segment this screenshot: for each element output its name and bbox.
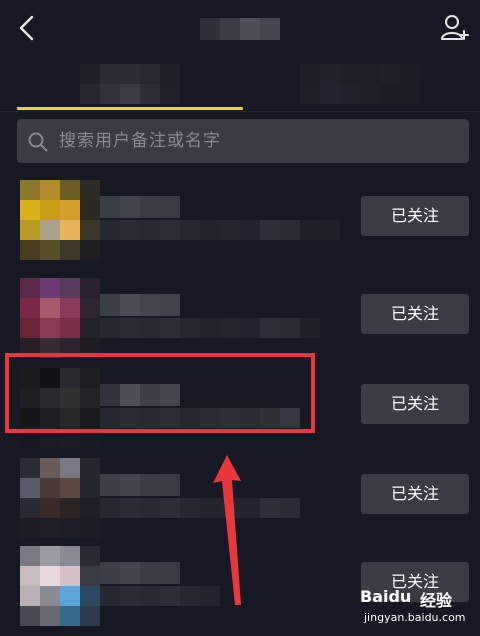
user-signature — [100, 498, 300, 518]
user-signature — [100, 220, 340, 240]
user-signature — [100, 318, 320, 338]
user-name — [100, 474, 180, 496]
avatar[interactable] — [20, 546, 100, 626]
page-title — [200, 18, 280, 40]
tab-following-label — [80, 64, 180, 104]
arrow-up-icon — [213, 455, 241, 605]
user-name — [100, 294, 180, 316]
user-signature — [100, 586, 220, 606]
user-name — [100, 562, 180, 584]
highlight-box — [5, 353, 315, 433]
followed-button[interactable]: 已关注 — [361, 384, 469, 424]
followed-button[interactable]: 已关注 — [361, 196, 469, 236]
add-user-icon[interactable] — [440, 14, 470, 42]
back-icon[interactable] — [14, 14, 42, 42]
top-bar — [0, 0, 480, 56]
active-tab-indicator — [17, 107, 243, 110]
avatar[interactable] — [20, 180, 100, 260]
watermark-brand-cn: 经验 — [420, 591, 453, 610]
tab-bar — [0, 56, 480, 112]
user-name — [100, 196, 180, 218]
avatar[interactable] — [20, 278, 100, 358]
tab-fans[interactable] — [250, 56, 464, 108]
followed-button[interactable]: 已关注 — [361, 294, 469, 334]
watermark: Baidu 经验 jingyan.baidu.com — [360, 585, 478, 629]
watermark-url: jingyan.baidu.com — [364, 611, 466, 624]
search-bar[interactable]: 搜索用户备注或名字 — [17, 119, 469, 163]
followed-button[interactable]: 已关注 — [361, 474, 469, 514]
search-input[interactable]: 搜索用户备注或名字 — [59, 131, 221, 151]
watermark-brand: Baidu — [360, 587, 412, 606]
avatar[interactable] — [20, 458, 100, 538]
tab-following[interactable] — [16, 56, 242, 108]
list-item[interactable]: 已关注 — [0, 180, 480, 270]
tab-divider — [0, 111, 480, 112]
tab-fans-label — [300, 64, 420, 104]
search-icon — [28, 132, 48, 152]
